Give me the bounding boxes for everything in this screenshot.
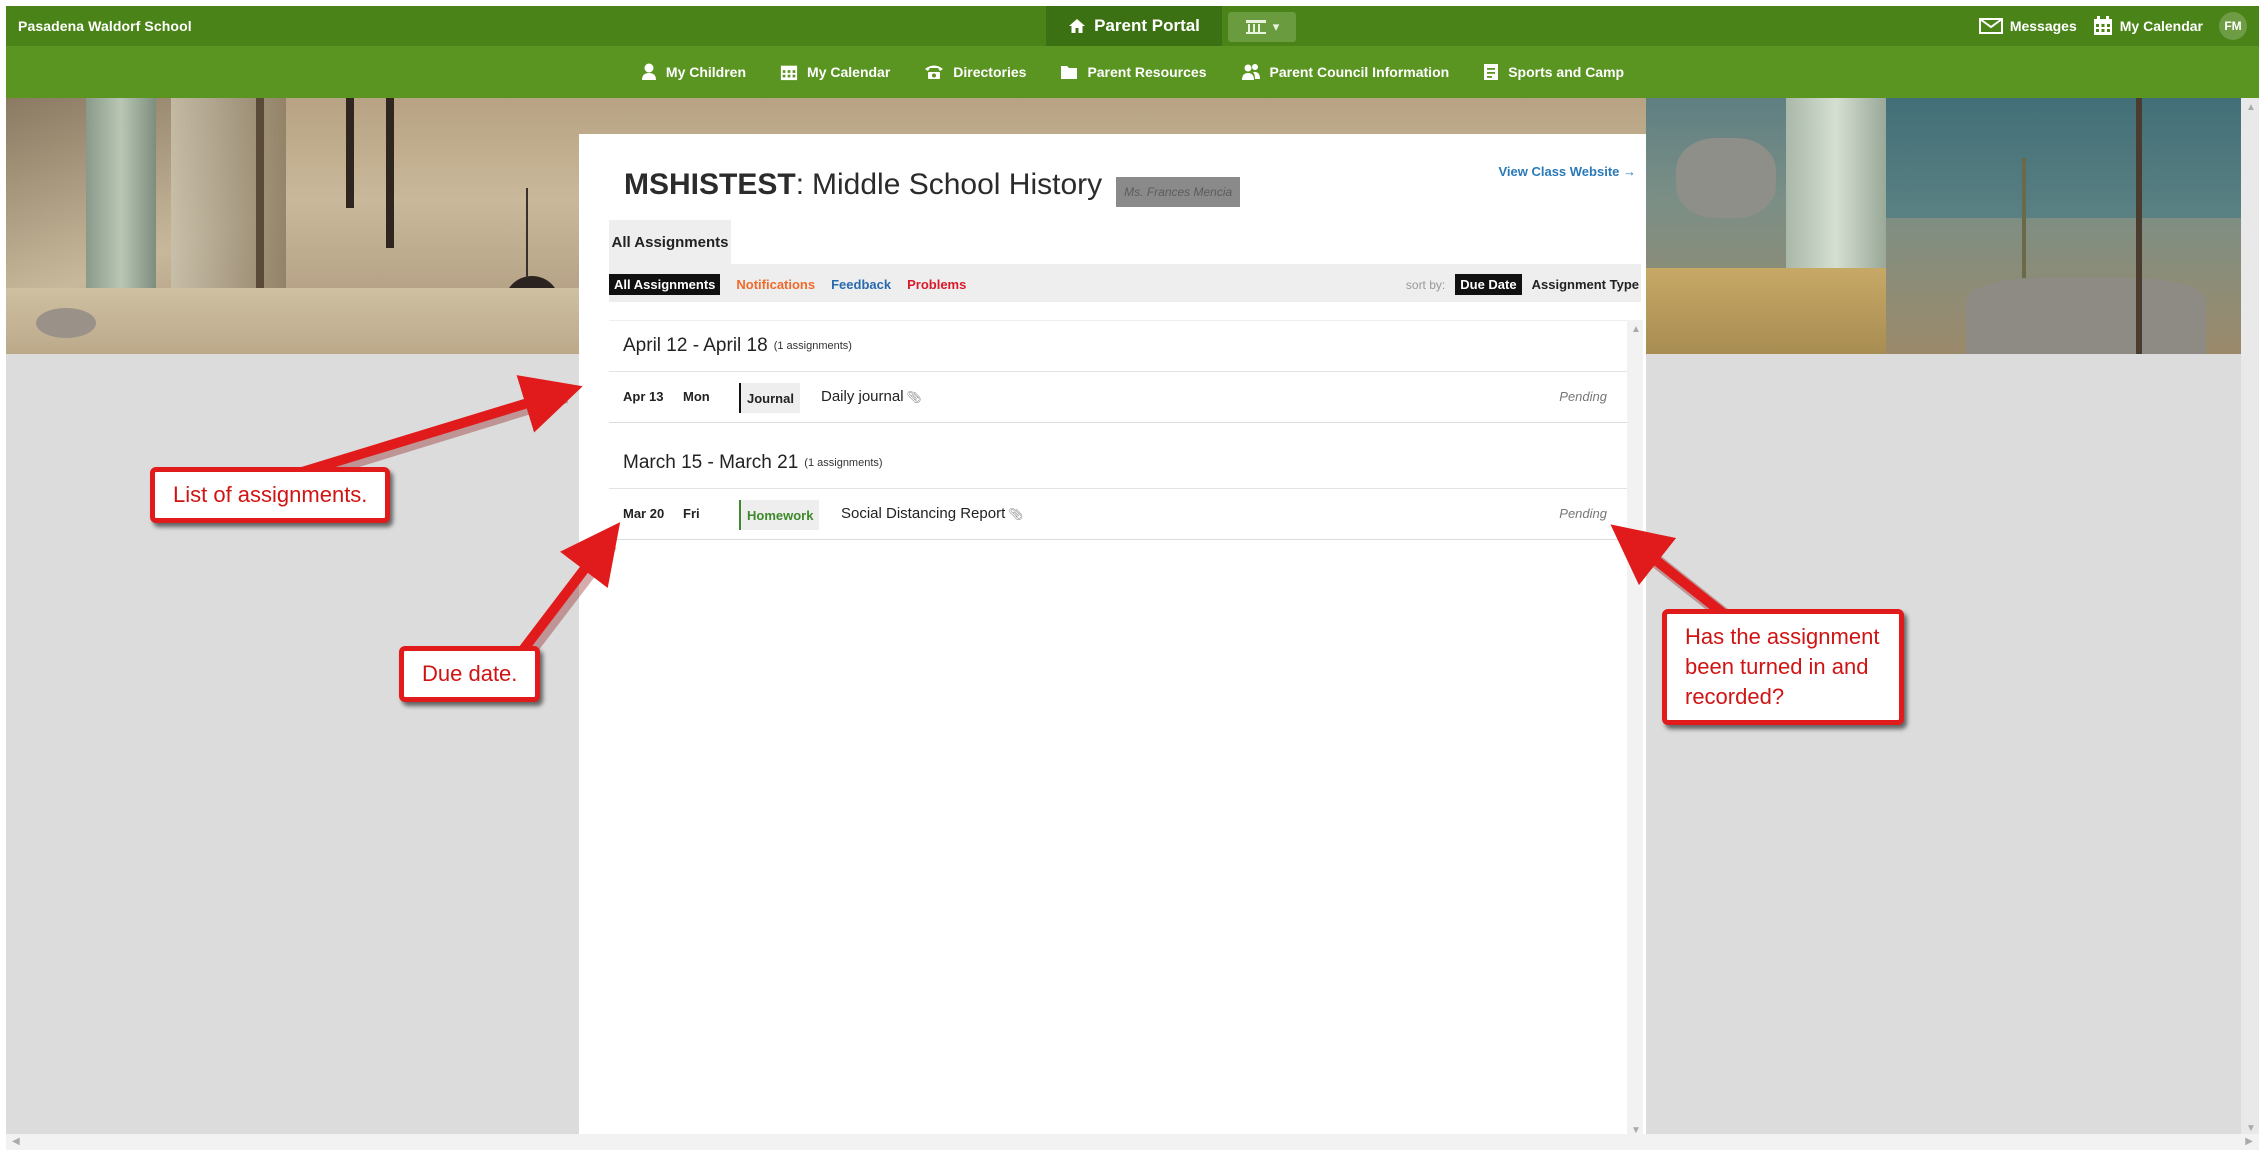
assignment-row[interactable]: Apr 13 Mon Journal Daily journal 📎︎ Pendi…: [609, 372, 1627, 423]
nav-directories[interactable]: Directories: [924, 64, 1026, 80]
assignment-status: Pending: [1559, 389, 1607, 404]
school-name-link[interactable]: Pasadena Waldorf School: [18, 18, 192, 34]
nav-my-children-label: My Children: [665, 64, 747, 80]
week-header: April 12 - April 18 (1 assignments): [609, 321, 1627, 372]
nav-directories-label: Directories: [953, 64, 1027, 80]
week-count: (1 assignments): [804, 457, 883, 469]
scroll-up-icon[interactable]: ▲: [2246, 102, 2256, 113]
assignment-status: Pending: [1559, 506, 1607, 521]
calendar-icon: [780, 65, 798, 81]
week-header: March 15 - March 21 (1 assignments): [609, 438, 1627, 489]
list-scrollbar[interactable]: ▲ ▼: [1627, 320, 1643, 1140]
assignment-type-badge: Homework: [739, 500, 820, 530]
nav-parent-resources[interactable]: Parent Resources: [1060, 64, 1207, 80]
filter-problems[interactable]: Problems: [907, 277, 966, 292]
assignment-name-link[interactable]: Daily journal 📎︎: [821, 388, 922, 405]
paperclip-icon: 📎︎: [1008, 507, 1024, 521]
week-range: March 15 - March 21: [623, 452, 799, 473]
callout-list-of-assignments: List of assignments.: [150, 467, 391, 523]
parent-portal-tab[interactable]: Parent Portal: [1046, 6, 1222, 46]
nav-parent-resources-label: Parent Resources: [1087, 64, 1207, 80]
due-day: Mon: [683, 389, 710, 404]
building-icon: [1245, 20, 1266, 34]
top-calendar-link[interactable]: My Calendar: [2093, 16, 2203, 36]
due-date: Mar 20: [623, 506, 665, 521]
scroll-up-icon[interactable]: ▲: [1631, 324, 1641, 335]
nav-sports-camp[interactable]: Sports and Camp: [1483, 63, 1624, 81]
callout-status-line: been turned in and: [1685, 654, 1869, 679]
tab-all-assignments[interactable]: All Assignments: [609, 220, 731, 264]
paperclip-icon: 📎︎: [906, 390, 922, 404]
nav-my-calendar[interactable]: My Calendar: [780, 63, 890, 81]
page-scrollbar[interactable]: ▲ ▼: [2241, 98, 2259, 1138]
class-title: MSHISTEST : Middle School History Ms. Fr…: [624, 168, 1241, 207]
messages-link[interactable]: Messages: [1978, 18, 2077, 34]
class-code: MSHISTEST: [624, 168, 796, 201]
arrow-to-assignment-list: [300, 375, 583, 477]
class-name: Middle School History: [812, 168, 1103, 201]
parent-portal-page: Pasadena Waldorf School Parent Portal ▾: [6, 6, 2259, 1150]
callout-due-text: Due date.: [422, 661, 518, 686]
title-separator: :: [795, 168, 805, 201]
main-nav: My Children My Calendar Directories Pare…: [6, 46, 2259, 98]
view-class-website-link[interactable]: View Class Website →: [1498, 164, 1636, 179]
sort-controls: sort by: Due Date Assignment Type: [1406, 274, 1639, 295]
horizontal-scrollbar[interactable]: ◀ ▶: [6, 1134, 2259, 1150]
callout-status-line: recorded?: [1685, 684, 1785, 709]
assignment-name-link[interactable]: Social Distancing Report 📎︎: [841, 505, 1023, 522]
parent-portal-label: Parent Portal: [1094, 16, 1200, 35]
filter-notifications[interactable]: Notifications: [736, 277, 815, 292]
callout-due-date: Due date.: [399, 646, 541, 702]
messages-label: Messages: [2009, 18, 2077, 34]
people-icon: [1241, 64, 1260, 80]
top-bar: Pasadena Waldorf School Parent Portal ▾: [6, 6, 2259, 46]
sort-by-label: sort by:: [1405, 277, 1446, 292]
teacher-name-badge: Ms. Frances Mencia: [1116, 177, 1241, 207]
sort-due-date[interactable]: Due Date: [1455, 274, 1522, 295]
folder-icon: [1061, 66, 1078, 79]
filter-all-assignments[interactable]: All Assignments: [609, 274, 721, 295]
filter-feedback[interactable]: Feedback: [831, 277, 891, 292]
week-range: April 12 - April 18: [623, 335, 768, 356]
document-icon: [1484, 64, 1499, 80]
assignment-type-badge: Journal: [739, 383, 800, 413]
arrow-to-status: [1610, 524, 1728, 618]
sort-assignment-type[interactable]: Assignment Type: [1532, 277, 1639, 292]
nav-parent-council-label: Parent Council Information: [1269, 64, 1450, 80]
user-avatar[interactable]: FM: [2219, 12, 2247, 40]
assignment-name: Social Distancing Report: [841, 505, 1006, 522]
person-icon: [641, 63, 656, 80]
nav-sports-camp-label: Sports and Camp: [1508, 64, 1625, 80]
callout-status: Has the assignment been turned in and re…: [1662, 609, 1904, 725]
filter-links: All Assignments Notifications Feedback P…: [609, 274, 966, 295]
class-assignments-card: MSHISTEST : Middle School History Ms. Fr…: [579, 134, 1646, 1150]
assignment-row[interactable]: Mar 20 Fri Homework Social Distancing Re…: [609, 489, 1627, 540]
due-day: Fri: [683, 506, 700, 521]
assignment-list: April 12 - April 18 (1 assignments) Apr …: [609, 320, 1627, 1141]
phone-icon: [925, 65, 944, 79]
nav-my-children[interactable]: My Children: [641, 63, 746, 81]
week-count: (1 assignments): [773, 340, 852, 352]
scroll-right-icon[interactable]: ▶: [2245, 1136, 2253, 1147]
nav-parent-council[interactable]: Parent Council Information: [1241, 63, 1450, 81]
home-icon: [1069, 19, 1086, 33]
scroll-left-icon[interactable]: ◀: [12, 1136, 20, 1147]
calendar-icon: [2093, 16, 2112, 35]
top-right-links: Messages My Calendar FM: [1978, 6, 2247, 46]
callout-list-text: List of assignments.: [173, 482, 368, 507]
envelope-icon: [1978, 18, 2003, 34]
due-date: Apr 13: [623, 389, 664, 404]
assignment-name: Daily journal: [821, 388, 904, 405]
portal-switcher-button[interactable]: ▾: [1228, 12, 1296, 42]
top-calendar-label: My Calendar: [2119, 18, 2203, 34]
filter-bar: All Assignments Notifications Feedback P…: [609, 264, 1641, 302]
scroll-down-icon[interactable]: ▼: [2246, 1123, 2256, 1134]
callout-status-line: Has the assignment: [1685, 624, 1880, 649]
chevron-down-icon: ▾: [1272, 19, 1280, 34]
nav-my-calendar-label: My Calendar: [807, 64, 891, 80]
